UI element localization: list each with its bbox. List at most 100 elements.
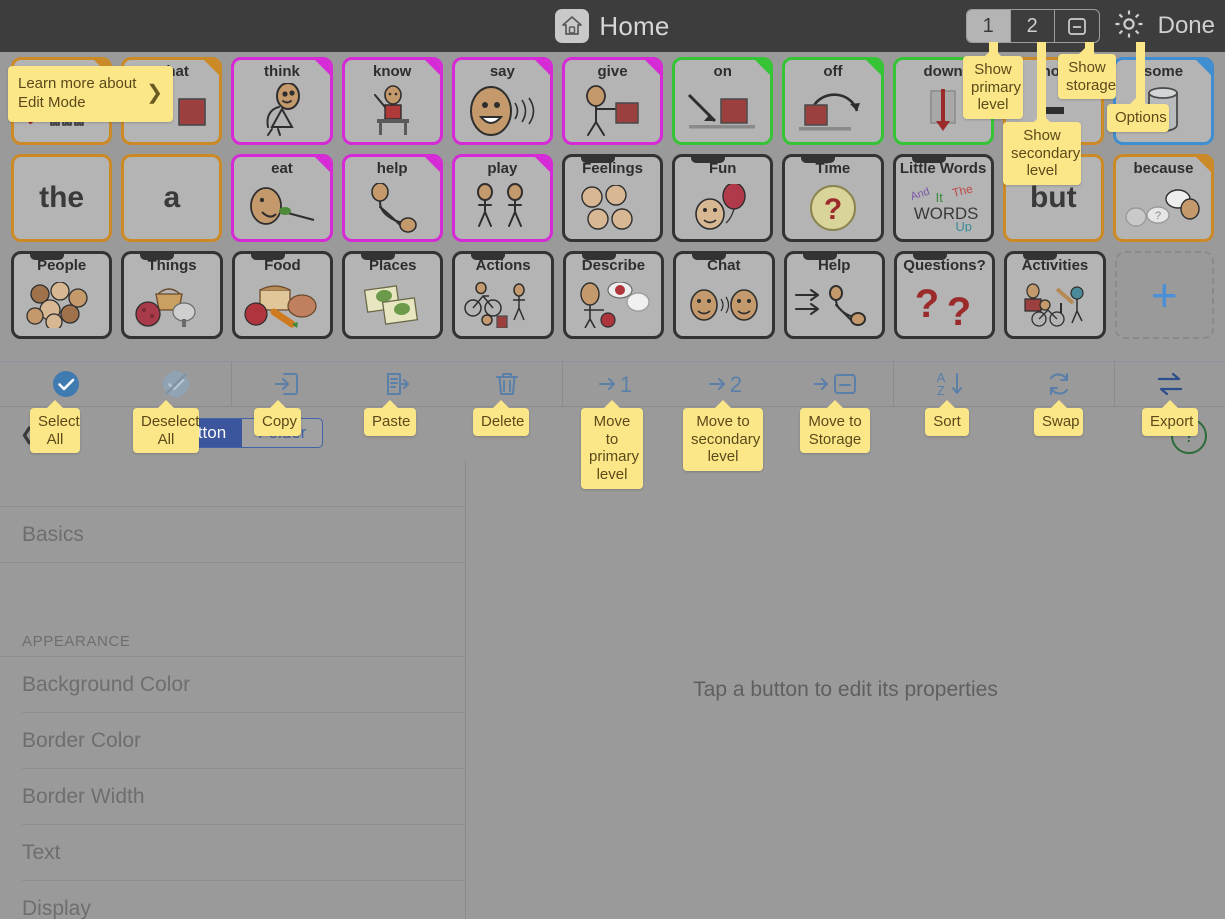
board-folder-feelings[interactable]: Feelings bbox=[561, 154, 664, 242]
deselect-all-button[interactable] bbox=[121, 361, 231, 407]
callout-swap: Swap bbox=[1034, 408, 1083, 436]
home-icon[interactable] bbox=[555, 9, 590, 43]
cell-label: Food bbox=[264, 257, 301, 274]
cell-big-text: but bbox=[1029, 181, 1077, 214]
cell-label: Fun bbox=[708, 160, 737, 177]
plus-icon: + bbox=[1150, 269, 1178, 321]
cell-label: Little Words bbox=[899, 160, 987, 177]
copy-button[interactable] bbox=[232, 361, 342, 407]
board-cell-give[interactable]: give bbox=[561, 57, 664, 145]
done-button[interactable]: Done bbox=[1158, 12, 1215, 40]
board-folder-people[interactable]: People bbox=[11, 251, 113, 339]
callout-copy: Copy bbox=[254, 408, 301, 436]
block-off-arrow-icon bbox=[785, 80, 880, 142]
face-balloon-icon bbox=[675, 177, 770, 239]
level-2-segment[interactable]: 2 bbox=[1011, 10, 1055, 42]
board-cell-say[interactable]: say bbox=[451, 57, 553, 145]
people-playing-icon bbox=[455, 177, 550, 239]
board-folder-activities[interactable]: Activities bbox=[1004, 251, 1106, 339]
board-cell-think[interactable]: think bbox=[231, 57, 333, 145]
section-header-appearance: APPEARANCE bbox=[0, 613, 465, 657]
person-describing-icon bbox=[566, 274, 661, 336]
board-cell-know[interactable]: know bbox=[341, 57, 443, 145]
svg-text:?: ? bbox=[946, 290, 970, 327]
activities-art-icon bbox=[1007, 274, 1102, 336]
cell-label: Activities bbox=[1021, 257, 1089, 274]
cell-label: know bbox=[372, 63, 412, 80]
cell-label: help bbox=[376, 160, 408, 177]
board-folder-places[interactable]: Places bbox=[342, 251, 444, 339]
callout-show-secondary-level: Show secondary level bbox=[1003, 122, 1081, 186]
svg-text:The: The bbox=[950, 184, 974, 200]
callout-options: Options bbox=[1107, 104, 1169, 132]
callout-move-secondary: Move to secondary level bbox=[683, 408, 763, 472]
gear-icon[interactable] bbox=[1112, 7, 1146, 46]
cell-label: Questions? bbox=[903, 257, 986, 274]
level-1-segment[interactable]: 1 bbox=[966, 10, 1011, 42]
cell-label: Things bbox=[147, 257, 197, 274]
board-cell-play[interactable]: play bbox=[451, 154, 553, 242]
callout-deselect-all: Deselect All bbox=[133, 408, 199, 454]
cell-label: down bbox=[923, 63, 963, 80]
toolbar-group-arrange: A Z bbox=[894, 361, 1115, 407]
page-title: Home bbox=[599, 10, 670, 41]
basket-ball-fan-icon bbox=[124, 274, 219, 336]
cell-label: Chat bbox=[707, 257, 741, 274]
add-new-button[interactable]: + bbox=[1114, 251, 1214, 339]
board-folder-describe[interactable]: Describe bbox=[562, 251, 665, 339]
board-cell-on[interactable]: on bbox=[672, 57, 774, 145]
detail-empty-hint: Tap a button to edit its properties bbox=[693, 678, 998, 701]
helping-hands-icon bbox=[787, 274, 882, 336]
list-item-text[interactable]: Text bbox=[22, 825, 465, 881]
select-all-button[interactable] bbox=[11, 361, 121, 407]
cell-label: Feelings bbox=[582, 160, 643, 177]
board-cell-because[interactable]: because ? bbox=[1112, 154, 1215, 242]
cell-label: Actions bbox=[475, 257, 531, 274]
cell-label: Places bbox=[368, 257, 417, 274]
callout-learn-more[interactable]: Learn more about Edit Mode ❯ bbox=[8, 66, 173, 122]
svg-text:?: ? bbox=[914, 283, 938, 326]
level-segmented-control[interactable]: 1 2 bbox=[965, 9, 1100, 43]
list-item-display[interactable]: Display bbox=[22, 881, 465, 919]
cell-label: say bbox=[489, 63, 515, 80]
svg-text:?: ? bbox=[1155, 210, 1161, 222]
callout-show-storage: Show storage bbox=[1058, 54, 1116, 100]
board-folder-little-words[interactable]: Little Words And It The WORDS Up bbox=[892, 154, 994, 242]
group-faces-icon bbox=[14, 274, 109, 336]
cell-big-text: the bbox=[39, 181, 85, 214]
svg-text:And: And bbox=[909, 185, 931, 202]
board-folder-help[interactable]: Help bbox=[783, 251, 885, 339]
detail-pane: Tap a button to edit its properties bbox=[466, 461, 1225, 919]
board-cell-help[interactable]: help bbox=[341, 154, 443, 242]
list-item-border-width[interactable]: Border Width bbox=[22, 769, 465, 825]
list-item-border-color[interactable]: Border Color bbox=[22, 713, 465, 769]
svg-text:?: ? bbox=[824, 193, 842, 226]
cell-label: give bbox=[597, 63, 628, 80]
question-marks-icon: ? ? bbox=[897, 274, 992, 336]
board-cell-a[interactable]: a bbox=[121, 154, 223, 242]
list-item-background-color[interactable]: Background Color bbox=[22, 657, 465, 713]
person-thinking-icon bbox=[234, 80, 329, 142]
board-folder-fun[interactable]: Fun bbox=[672, 154, 774, 242]
svg-text:Z: Z bbox=[937, 383, 945, 398]
board-folder-time[interactable]: Time ? bbox=[782, 154, 884, 242]
board-cell-eat[interactable]: eat bbox=[231, 154, 333, 242]
board-cell-off[interactable]: off bbox=[782, 57, 884, 145]
list-item-basics[interactable]: Basics bbox=[0, 507, 465, 563]
board-row-4: People Things Food Places Actions Descri… bbox=[6, 251, 1219, 339]
board-folder-questions[interactable]: Questions? ? ? bbox=[893, 251, 996, 339]
storage-segment[interactable] bbox=[1055, 10, 1099, 42]
board-cell-the[interactable]: the bbox=[11, 154, 113, 242]
person-eating-icon bbox=[234, 177, 329, 239]
chevron-right-icon: ❯ bbox=[146, 82, 163, 105]
board-folder-chat[interactable]: Chat bbox=[673, 251, 775, 339]
callout-sort: Sort bbox=[925, 408, 969, 436]
cell-label: People bbox=[37, 257, 87, 274]
board-folder-food[interactable]: Food bbox=[231, 251, 334, 339]
callout-learn-more-text: Learn more about Edit Mode bbox=[18, 75, 137, 111]
callout-move-primary: Move to primary level bbox=[581, 408, 643, 489]
toolbar-group-select bbox=[11, 361, 232, 407]
board-folder-things[interactable]: Things bbox=[121, 251, 223, 339]
board-folder-actions[interactable]: Actions bbox=[452, 251, 554, 339]
properties-list: Basics APPEARANCE Background Color Borde… bbox=[0, 461, 466, 919]
